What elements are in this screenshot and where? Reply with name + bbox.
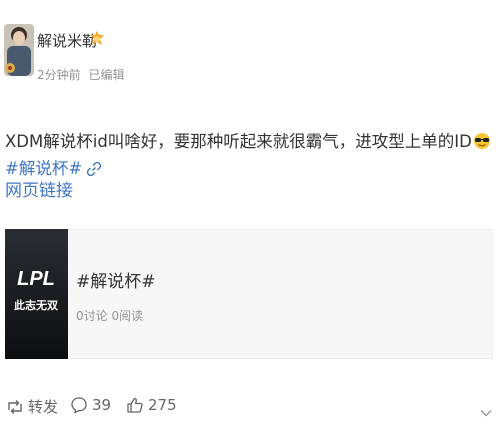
comment-button[interactable]: 39: [70, 396, 111, 414]
edited-label[interactable]: 已编辑: [88, 68, 124, 82]
like-icon: [127, 397, 143, 413]
card-stats: 0讨论 0阅读: [76, 307, 143, 324]
post-text: XDM解说杯id叫啥好，要那种听起来就很霸气，进攻型上单的ID#解说杯#: [5, 130, 495, 184]
like-count: 275: [148, 396, 177, 414]
card-reads: 0阅读: [111, 309, 144, 323]
thumb-logo: LPL: [17, 268, 55, 290]
topic-card[interactable]: LPL 此志无双 #解说杯# 0讨论 0阅读: [5, 229, 493, 359]
thumb-subtitle: 此志无双: [14, 298, 58, 312]
comment-count: 39: [92, 396, 112, 414]
web-link[interactable]: 网页链接: [5, 176, 73, 201]
card-title[interactable]: #解说杯#: [76, 267, 156, 292]
card-thumbnail: LPL 此志无双: [5, 229, 68, 359]
post-meta: 2分钟前 已编辑: [37, 66, 128, 83]
post-time[interactable]: 2分钟前: [37, 68, 81, 82]
avatar[interactable]: [4, 24, 34, 76]
comment-icon: [71, 397, 87, 414]
like-button[interactable]: 275: [126, 396, 177, 414]
card-discussions: 0讨论: [76, 309, 108, 323]
post-body: XDM解说杯id叫啥好，要那种听起来就很霸气，进攻型上单的ID: [5, 132, 472, 151]
more-icon[interactable]: [480, 402, 492, 421]
repost-icon: [8, 399, 22, 414]
verified-badge-icon: [89, 30, 105, 48]
link-icon: [86, 160, 102, 184]
username[interactable]: 解说米勒: [37, 30, 97, 51]
repost-label: 转发: [28, 398, 59, 416]
sunglasses-emoji-icon: [473, 132, 491, 157]
repost-button[interactable]: 转发: [6, 396, 58, 417]
